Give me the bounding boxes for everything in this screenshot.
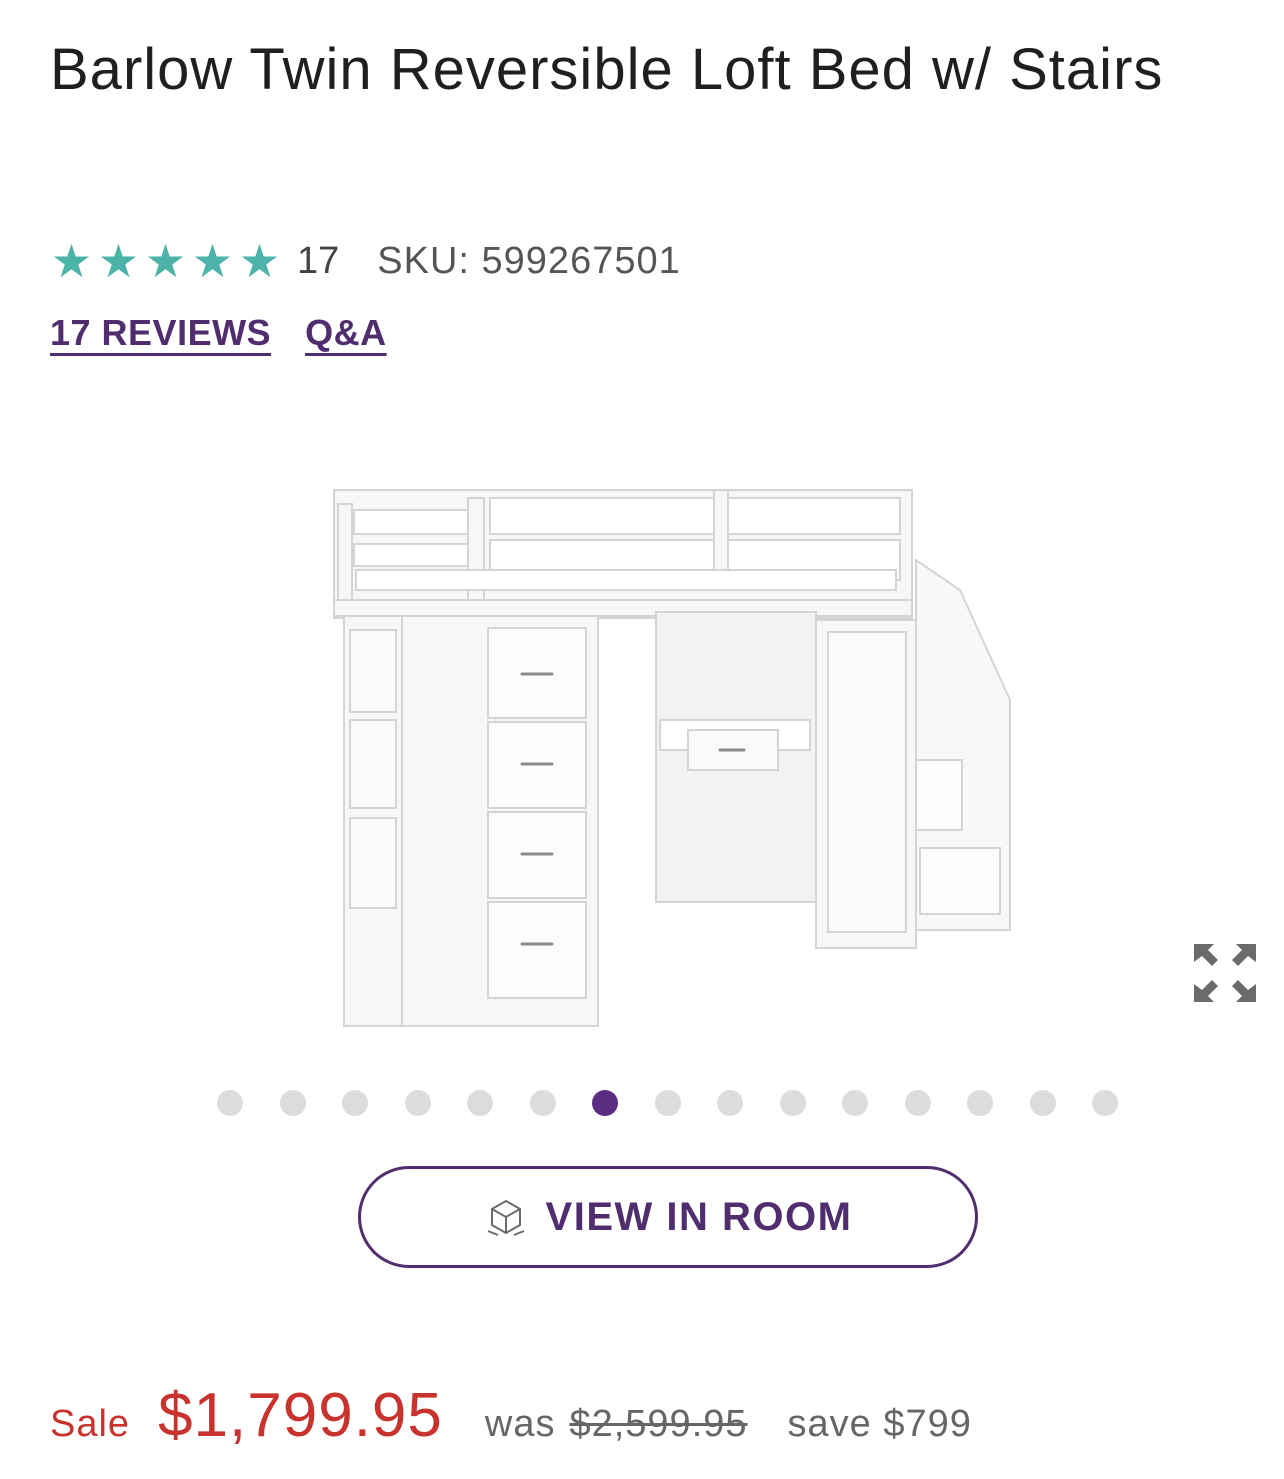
sale-label: Sale (50, 1403, 131, 1445)
carousel-dot[interactable] (342, 1090, 368, 1116)
was-label: was (484, 1403, 556, 1445)
view-in-room-button[interactable]: VIEW IN ROOM (358, 1166, 978, 1268)
star-icon: ★ (144, 235, 187, 287)
qa-link[interactable]: Q&A (305, 312, 387, 354)
savings-amount: save $799 (787, 1403, 972, 1445)
carousel-dot[interactable] (717, 1090, 743, 1116)
sku-number: SKU: 599267501 (377, 239, 681, 282)
rating-row: ★ ★ ★ ★ ★ 17 SKU: 599267501 (48, 236, 681, 286)
carousel-dot[interactable] (842, 1090, 868, 1116)
carousel-dot[interactable] (967, 1090, 993, 1116)
carousel-dot[interactable] (467, 1090, 493, 1116)
carousel-dot[interactable] (1029, 1090, 1056, 1116)
carousel-dot[interactable] (279, 1090, 306, 1116)
expand-icon[interactable] (1190, 940, 1260, 1006)
carousel-dot-active[interactable] (592, 1090, 618, 1116)
sale-price: $1,799.95 (158, 1381, 443, 1450)
carousel-dot[interactable] (529, 1090, 556, 1116)
view-in-room-label: VIEW IN ROOM (545, 1194, 853, 1239)
price-row: Sale $1,799.95 was $2,599.95 save $799 (50, 1380, 972, 1451)
star-icon: ★ (238, 235, 281, 287)
carousel-dot[interactable] (904, 1090, 931, 1116)
carousel-dot[interactable] (217, 1090, 243, 1116)
product-links: 17 REVIEWS Q&A (50, 312, 387, 354)
star-icon: ★ (50, 235, 93, 287)
original-price: $2,599.95 (569, 1403, 748, 1445)
carousel-dot[interactable] (779, 1090, 806, 1116)
product-title: Barlow Twin Reversible Loft Bed w/ Stair… (50, 37, 1164, 102)
carousel-dot[interactable] (1092, 1090, 1118, 1116)
product-image[interactable] (320, 460, 1040, 1040)
star-icon: ★ (97, 235, 140, 287)
ar-cube-icon (487, 1199, 524, 1236)
star-icon: ★ (191, 235, 234, 287)
reviews-link[interactable]: 17 REVIEWS (50, 312, 271, 354)
carousel-dot[interactable] (404, 1090, 431, 1116)
star-rating[interactable]: ★ ★ ★ ★ ★ (48, 238, 283, 284)
review-count: 17 (297, 239, 340, 282)
carousel-dot[interactable] (654, 1090, 681, 1116)
